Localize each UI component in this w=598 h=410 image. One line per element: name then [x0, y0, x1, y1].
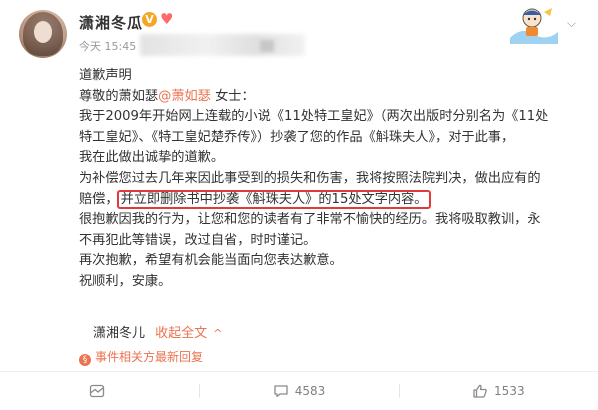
post-line: 为补偿您过去几年来因此事受到的损失和伤害，我将按照法院判决，做出应有的 [79, 170, 541, 186]
post-line: 我于2009年开始网上连载的小说《11处特工皇妃》（两次出版时分别名为《11处 [79, 109, 549, 125]
redacted-mark [260, 40, 274, 52]
post-text: 赔偿， [79, 191, 119, 207]
comment-count: 4583 [294, 384, 326, 398]
post-content: 道歉声明 尊敬的萧如瑟@萧如瑟 女士： 我于2009年开始网上连载的小说《11处… [79, 66, 579, 293]
repost-button[interactable] [0, 372, 199, 410]
event-label: 事件相关方最新回复 [95, 350, 204, 364]
collapse-button[interactable]: 收起全文 ^ [155, 326, 222, 341]
post-line: 尊敬的萧如瑟@萧如瑟 女士： [79, 87, 579, 108]
chevron-down-icon[interactable]: ⌵ [567, 16, 576, 31]
avatar[interactable] [19, 10, 67, 58]
chevron-up-icon: ^ [213, 327, 223, 340]
post-line: 我在此做出诚挚的道歉。 [79, 150, 225, 166]
event-icon: § [79, 354, 91, 366]
decorative-figure-icon [510, 8, 558, 44]
post-line: 再次抱歉，希望有机会能当面向您表达歉意。 [79, 253, 343, 269]
highlighted-text: 并立即删除书中抄袭《斛珠夫人》的15处文字内容。 [116, 189, 432, 209]
post-line: 很抱歉因我的行为，让您和您的读者有了非常不愉快的经历。我将吸取教训，永 [79, 212, 541, 228]
post-line: 道歉声明 [79, 68, 132, 83]
action-bar: 4583 1533 [0, 372, 598, 410]
thumbs-up-icon [473, 384, 487, 398]
avatar-face [34, 21, 52, 43]
repost-icon [89, 384, 104, 398]
comment-icon [274, 385, 288, 398]
signature-line: 潇湘冬儿 收起全文 ^ [93, 322, 222, 341]
post-line: 赔偿， 并立即删除书中抄袭《斛珠夫人》的15处文字内容。 [79, 189, 579, 211]
collapse-label: 收起全文 [155, 326, 208, 341]
post-text: 女士： [210, 88, 255, 104]
comment-button[interactable]: 4583 [199, 372, 398, 410]
post-line: 特工皇妃》、《特工皇妃楚乔传》）抄袭了您的作品《斛珠夫人》，对于此事， [79, 129, 515, 145]
event-link[interactable]: § 事件相关方最新回复 [79, 348, 203, 366]
like-button[interactable]: 1533 [398, 372, 598, 410]
post-time[interactable]: 今天 15:45 [79, 38, 136, 54]
verified-badge-icon: V [142, 12, 157, 27]
like-count: 1533 [494, 384, 525, 398]
post-line: 不再犯此等错误，改过自省，时时谨记。 [79, 232, 317, 248]
heart-badge-icon: ♥ [160, 10, 174, 28]
post-text: 尊敬的萧如瑟 [79, 88, 159, 104]
author-name[interactable]: 潇湘冬瓜 [79, 12, 143, 33]
redacted-source [140, 34, 305, 56]
mention-link[interactable]: @萧如瑟 [158, 89, 211, 104]
post-line: 祝顺利，安康。 [79, 273, 172, 289]
signature: 潇湘冬儿 [93, 326, 146, 341]
